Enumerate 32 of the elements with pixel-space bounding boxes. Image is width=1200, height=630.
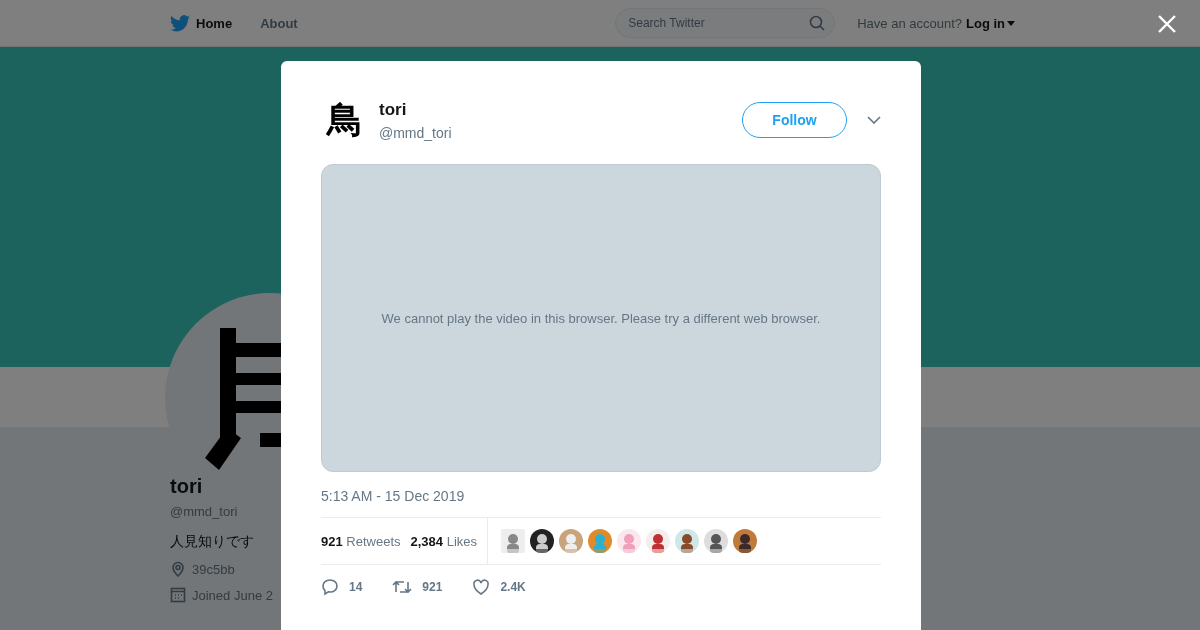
account-prompt: Have an account?	[857, 15, 962, 31]
chevron-down-icon[interactable]	[867, 116, 881, 124]
follow-button[interactable]: Follow	[742, 102, 847, 138]
retweet-icon	[392, 578, 413, 596]
tweet-avatar[interactable]: 鳥	[321, 96, 369, 144]
reply-icon	[321, 578, 339, 596]
location-pin-icon	[170, 561, 186, 577]
reply-button[interactable]: 14	[321, 578, 363, 596]
caret-icon	[1007, 20, 1015, 26]
retweet-button[interactable]: 921	[392, 578, 443, 596]
stat-link[interactable]: 921 Retweets	[321, 533, 401, 549]
search-icon	[809, 15, 826, 31]
login-link[interactable]: Log in	[966, 15, 1015, 31]
like-button[interactable]: 2.4K	[472, 578, 526, 596]
profile-bio: 人見知りです	[170, 533, 254, 551]
nav-link[interactable]: Home	[170, 14, 233, 32]
tweet-timestamp: 5:13 AM - 15 Dec 2019	[321, 488, 881, 518]
heart-icon	[472, 578, 491, 596]
nav-link[interactable]: About	[260, 15, 298, 31]
calendar-icon	[170, 587, 186, 603]
search-field[interactable]: Search Twitter	[615, 8, 836, 38]
stat-link[interactable]: 2,384 Likes	[410, 533, 478, 549]
close-icon	[1156, 13, 1178, 35]
tweet-author-name[interactable]: tori	[379, 99, 452, 120]
tweet-author-handle[interactable]: @mmd_tori	[379, 124, 452, 141]
bird-logo-icon	[170, 14, 190, 32]
close-button[interactable]	[1156, 13, 1178, 35]
profile-joined: Joined June 2	[192, 587, 273, 603]
profile-handle: @mmd_tori	[170, 504, 238, 519]
video-error-message: We cannot play the video in this browser. Please try a different web browser.	[381, 310, 821, 326]
profile-location: 39c5bb	[192, 561, 235, 577]
profile-name: tori	[170, 475, 203, 498]
